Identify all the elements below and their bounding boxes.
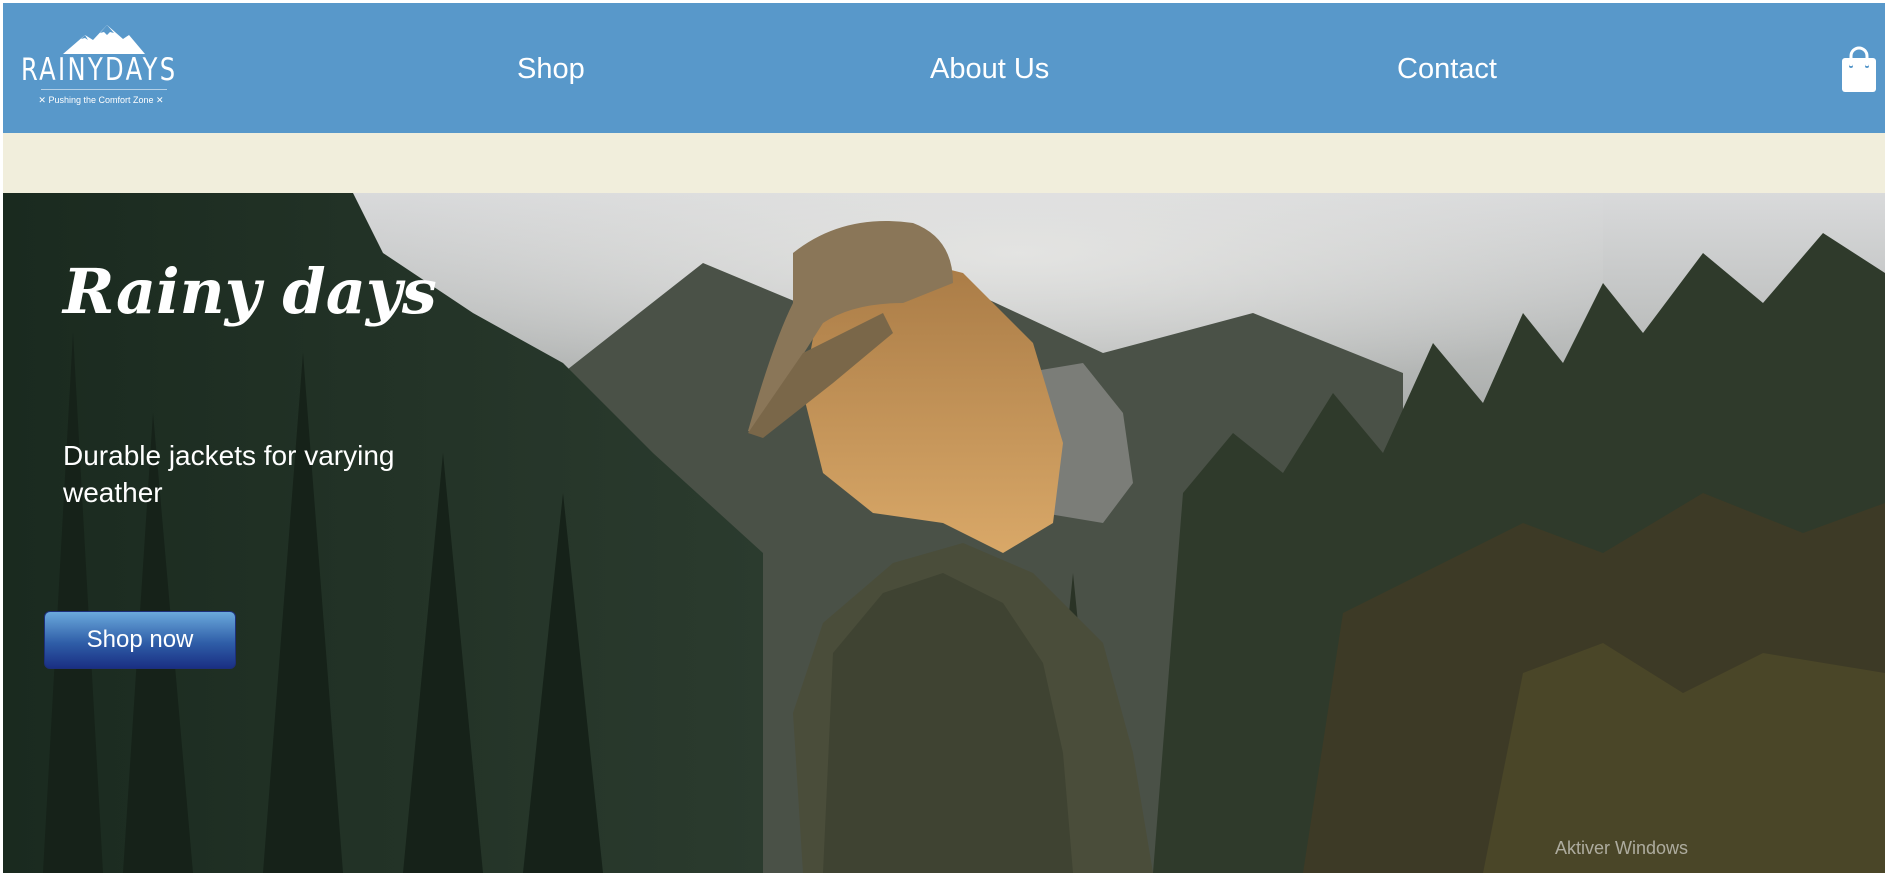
navbar: RAINYDAYS ✕ Pushing the Comfort Zone ✕ S… [3, 3, 1885, 133]
mountain-logo-icon [63, 25, 145, 54]
nav-link-shop[interactable]: Shop [517, 53, 585, 86]
shop-now-button[interactable]: Shop now [44, 611, 236, 669]
nav-link-about-us[interactable]: About Us [930, 53, 1049, 86]
hero-banner: Rainy days Durable jackets for varying w… [3, 193, 1885, 873]
windows-activation-watermark: Aktiver Windows [1555, 838, 1689, 858]
logo[interactable]: RAINYDAYS ✕ Pushing the Comfort Zone ✕ [21, 23, 181, 113]
hero-subtitle: Durable jackets for varying weather [63, 440, 395, 508]
shopping-bag-icon[interactable] [1839, 46, 1879, 92]
nav-link-contact[interactable]: Contact [1397, 53, 1497, 86]
page: RAINYDAYS ✕ Pushing the Comfort Zone ✕ S… [3, 3, 1885, 873]
hero-title: Rainy days [63, 255, 437, 328]
logo-wordmark: RAINYDAYS [21, 52, 178, 88]
logo-tagline: ✕ Pushing the Comfort Zone ✕ [38, 95, 164, 105]
logo-divider [41, 89, 167, 90]
